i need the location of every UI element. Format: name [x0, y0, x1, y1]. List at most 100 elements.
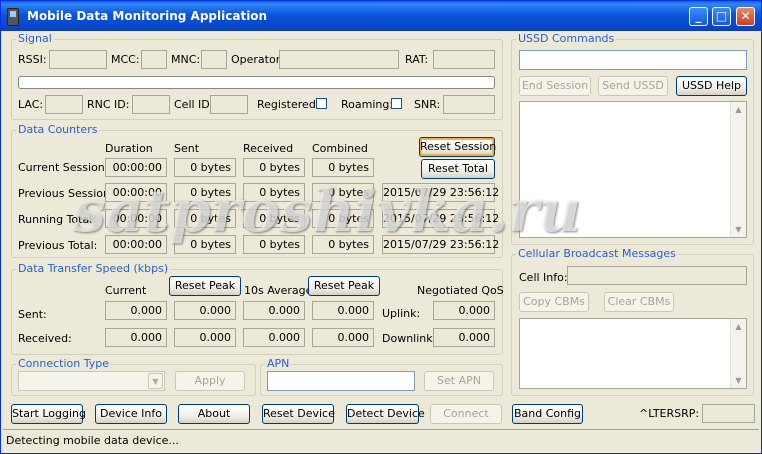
counter-combined: 0 bytes	[312, 235, 374, 254]
maximize-button[interactable]: □	[712, 7, 731, 26]
transfer-speed-group-label: Data Transfer Speed (kbps)	[16, 262, 171, 275]
sent-average: 0.000	[243, 301, 305, 320]
reset-peak-button[interactable]: Reset Peak	[169, 276, 241, 296]
ussd-help-button[interactable]: USSD Help	[676, 76, 747, 96]
phone-icon	[7, 8, 19, 26]
rnc-label: RNC ID:	[87, 98, 130, 111]
received-average: 0.000	[243, 328, 305, 347]
reset-total-button[interactable]: Reset Total	[421, 159, 495, 179]
connection-type-select[interactable]: ▼	[18, 371, 165, 391]
rat-label: RAT:	[405, 53, 429, 66]
ussd-response-box[interactable]: ▲ ▼	[519, 101, 747, 238]
about-button[interactable]: About	[178, 404, 250, 424]
ltersrp-value	[702, 404, 755, 423]
apn-group-label: APN	[265, 357, 292, 370]
ussd-group-label: USSD Commands	[516, 32, 617, 45]
counter-duration: 00:00:00	[105, 209, 167, 228]
scroll-down-icon[interactable]: ▼	[731, 373, 746, 388]
apply-button[interactable]: Apply	[175, 371, 245, 391]
received-average-peak: 0.000	[312, 328, 374, 347]
downlink-label: Downlink:	[382, 332, 437, 345]
end-session-button[interactable]: End Session	[519, 76, 591, 96]
rat-value	[433, 50, 495, 69]
minimize-button[interactable]: _	[689, 7, 708, 26]
scroll-down-icon[interactable]: ▼	[731, 222, 746, 237]
connect-button[interactable]: Connect	[430, 404, 502, 424]
counter-row-label: Running Total:	[18, 213, 96, 226]
counter-row-label: Previous Total:	[18, 239, 98, 252]
reset-session-button[interactable]: Reset Session	[419, 137, 496, 157]
cbm-scrollbar[interactable]: ▲ ▼	[730, 319, 746, 388]
chevron-down-icon[interactable]: ▼	[148, 373, 163, 389]
counter-sent: 0 bytes	[174, 183, 236, 202]
sent-average-peak: 0.000	[312, 301, 374, 320]
counter-date: 2015/07/29 23:56:12	[382, 235, 499, 254]
cell-id-label: Cell ID:	[174, 98, 214, 111]
received-peak: 0.000	[174, 328, 236, 347]
clear-cbms-button[interactable]: Clear CBMs	[604, 292, 674, 312]
signal-group-label: Signal	[16, 32, 54, 45]
registered-checkbox[interactable]	[316, 98, 327, 109]
status-text: Detecting mobile data device...	[6, 434, 179, 447]
duration-header: Duration	[105, 142, 153, 155]
detect-device-button[interactable]: Detect Device	[346, 404, 425, 424]
received-label: Received:	[18, 332, 72, 345]
rssi-label: RSSI:	[18, 53, 47, 66]
ussd-scrollbar[interactable]: ▲ ▼	[730, 102, 746, 237]
operator-value	[279, 50, 399, 69]
average-header: 10s Average	[244, 284, 313, 297]
operator-label: Operator:	[231, 53, 284, 66]
counter-date: 2015/07/29 23:56:12	[382, 209, 499, 228]
band-config-button[interactable]: Band Config	[512, 404, 583, 424]
ltersrp-label: ^LTERSRP:	[639, 407, 700, 420]
broadcast-messages-box[interactable]: ▲ ▼	[519, 318, 747, 389]
counter-row-label: Current Session:	[18, 161, 109, 174]
title-bar[interactable]: Mobile Data Monitoring Application _ □ ✕	[1, 1, 761, 31]
mcc-value	[141, 50, 167, 69]
ussd-input[interactable]	[519, 50, 747, 70]
cell-info-value	[567, 266, 747, 285]
connection-type-group-label: Connection Type	[16, 357, 112, 370]
window-title: Mobile Data Monitoring Application	[27, 9, 268, 23]
start-logging-button[interactable]: Start Logging	[11, 404, 86, 424]
lac-label: LAC:	[18, 98, 44, 111]
data-counters-group-label: Data Counters	[16, 123, 100, 136]
signal-strength-bar	[18, 76, 495, 89]
mcc-label: MCC:	[111, 53, 140, 66]
uplink-value: 0.000	[433, 301, 495, 320]
reset-device-button[interactable]: Reset Device	[262, 404, 335, 424]
downlink-value: 0.000	[433, 328, 495, 347]
status-bar: Detecting mobile data device...	[3, 429, 759, 452]
app-window: Mobile Data Monitoring Application _ □ ✕…	[0, 0, 762, 454]
current-header: Current	[105, 284, 147, 297]
set-apn-button[interactable]: Set APN	[424, 371, 494, 391]
cell-info-label: Cell Info:	[519, 271, 568, 284]
reset-peak-button[interactable]: Reset Peak	[308, 276, 380, 296]
received-header: Received	[243, 142, 294, 155]
uplink-label: Uplink:	[382, 307, 421, 320]
counter-combined: 0 bytes	[312, 209, 374, 228]
counter-received: 0 bytes	[243, 209, 305, 228]
device-info-button[interactable]: Device Info	[95, 404, 167, 424]
counter-duration: 00:00:00	[105, 158, 167, 177]
close-button[interactable]: ✕	[736, 7, 755, 26]
copy-cbms-button[interactable]: Copy CBMs	[519, 292, 589, 312]
counter-combined: 0 bytes	[312, 158, 374, 177]
send-ussd-button[interactable]: Send USSD	[598, 76, 668, 96]
sent-current: 0.000	[105, 301, 167, 320]
snr-label: SNR:	[414, 98, 441, 111]
sent-peak: 0.000	[174, 301, 236, 320]
counter-duration: 00:00:00	[105, 183, 167, 202]
received-current: 0.000	[105, 328, 167, 347]
rnc-value	[132, 95, 170, 114]
scroll-up-icon[interactable]: ▲	[731, 102, 746, 117]
registered-label: Registered:	[257, 98, 320, 111]
scroll-up-icon[interactable]: ▲	[731, 319, 746, 334]
roaming-checkbox[interactable]	[391, 98, 402, 109]
counter-row-label: Previous Session:	[18, 187, 114, 200]
counter-sent: 0 bytes	[174, 158, 236, 177]
lac-value	[45, 95, 83, 114]
apn-input[interactable]	[267, 371, 415, 391]
broadcast-messages-group-label: Cellular Broadcast Messages	[516, 247, 678, 260]
counter-duration: 00:00:00	[105, 235, 167, 254]
